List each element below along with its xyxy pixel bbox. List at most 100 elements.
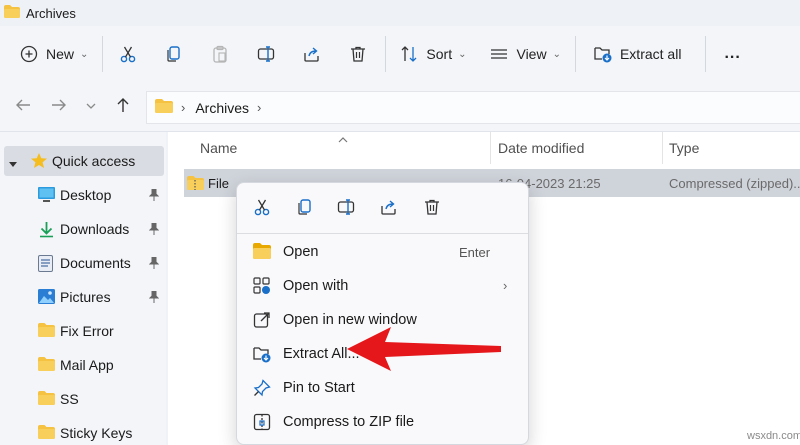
rename-icon	[257, 45, 275, 63]
view-label: View	[516, 46, 547, 62]
paste-icon	[211, 45, 229, 63]
pin-icon	[253, 379, 271, 400]
title-bar: Archives	[0, 0, 800, 26]
new-label: New	[46, 46, 75, 62]
red-arrow-annotation	[347, 327, 501, 371]
column-header-label: Date modified	[498, 140, 585, 156]
trash-icon[interactable]	[423, 198, 441, 219]
document-icon	[38, 255, 53, 275]
sort-icon	[400, 45, 418, 63]
column-header-name[interactable]: Name	[200, 132, 237, 164]
menu-item-open-with[interactable]: Open with ›	[237, 271, 528, 303]
context-menu: Open Enter Open with › Open in new windo…	[236, 182, 529, 445]
sidebar-item-label: Downloads	[60, 221, 130, 237]
menu-item-label: Pin to Start	[283, 380, 355, 396]
column-divider[interactable]	[490, 132, 491, 164]
navigation-bar: › Archives ›	[0, 82, 800, 132]
extract-all-button[interactable]: Extract all	[580, 34, 691, 74]
folder-icon	[155, 99, 173, 116]
column-header-label: Type	[669, 140, 700, 156]
copy-button[interactable]	[151, 34, 197, 74]
rename-icon[interactable]	[337, 198, 355, 219]
trash-icon	[349, 45, 367, 63]
more-label: ...	[724, 45, 741, 62]
address-bar[interactable]: › Archives ›	[146, 91, 800, 124]
chevron-down-icon: ⌄	[552, 48, 561, 60]
sidebar-item-label: Documents	[60, 255, 131, 271]
menu-item-compress-to-zip[interactable]: Compress to ZIP file	[237, 407, 528, 439]
sort-ascending-icon	[338, 132, 348, 147]
open-with-icon	[253, 277, 271, 298]
command-bar: New ⌄ Sort ⌄ View ⌄ Extract all ...	[0, 26, 800, 82]
scissors-icon	[119, 45, 137, 63]
sidebar-item-fix-error[interactable]: Fix Error	[0, 316, 166, 346]
sort-button[interactable]: Sort ⌄	[390, 34, 476, 74]
toolbar-divider	[385, 36, 387, 72]
sidebar-item-mail-app[interactable]: Mail App	[0, 350, 166, 380]
window-title: Archives	[26, 5, 76, 21]
breadcrumb-archives[interactable]: Archives	[195, 100, 249, 116]
menu-item-label: Open	[283, 244, 319, 260]
column-header-type[interactable]: Type	[669, 132, 699, 164]
sidebar-item-desktop[interactable]: Desktop	[0, 180, 166, 210]
sidebar-item-label: Mail App	[60, 357, 114, 373]
extract-all-label: Extract all	[619, 46, 682, 62]
share-button[interactable]	[289, 34, 335, 74]
column-divider[interactable]	[662, 132, 663, 164]
paste-button[interactable]	[197, 34, 243, 74]
chevron-down-icon	[8, 156, 18, 172]
column-header-date-modified[interactable]: Date modified	[498, 132, 584, 164]
menu-item-pin-to-start[interactable]: Pin to Start	[237, 373, 528, 405]
new-button[interactable]: New ⌄	[0, 34, 98, 74]
menu-divider	[237, 233, 528, 234]
cut-button[interactable]	[107, 34, 151, 74]
download-icon	[38, 221, 55, 241]
new-window-icon	[253, 311, 271, 332]
back-arrow-icon[interactable]	[14, 96, 32, 117]
pin-icon	[148, 188, 160, 204]
toolbar-divider	[574, 36, 576, 72]
menu-item-open[interactable]: Open Enter	[237, 237, 528, 269]
sidebar-item-documents[interactable]: Documents	[0, 248, 166, 278]
forward-arrow-icon[interactable]	[50, 96, 68, 117]
sidebar-item-quick-access[interactable]: Quick access	[4, 146, 164, 176]
extract-icon	[594, 45, 612, 63]
recent-locations-chevron-icon[interactable]	[86, 99, 96, 114]
star-icon	[30, 152, 48, 173]
view-button[interactable]: View ⌄	[476, 34, 570, 74]
sidebar-item-label: Desktop	[60, 187, 112, 203]
chevron-down-icon: ⌄	[458, 48, 467, 60]
chevron-right-icon[interactable]: ›	[257, 100, 261, 115]
share-icon[interactable]	[380, 198, 398, 219]
delete-button[interactable]	[335, 34, 381, 74]
folder-icon	[38, 425, 55, 442]
plus-circle-icon	[20, 45, 38, 63]
copy-icon[interactable]	[296, 198, 314, 219]
cut-icon[interactable]	[253, 198, 271, 219]
rename-button[interactable]	[243, 34, 289, 74]
menu-item-label: Compress to ZIP file	[283, 414, 415, 430]
sidebar-item-label: Fix Error	[60, 323, 114, 339]
sidebar-item-sticky-keys[interactable]: Sticky Keys	[0, 418, 166, 445]
sidebar-item-label: SS	[60, 391, 79, 407]
chevron-right-icon: ›	[503, 278, 508, 293]
sidebar-item-label: Sticky Keys	[60, 425, 133, 441]
sidebar-item-ss[interactable]: SS	[0, 384, 166, 414]
copy-icon	[165, 45, 183, 63]
file-type: Compressed (zipped)...	[669, 176, 800, 191]
column-header-label: Name	[200, 140, 238, 156]
pin-icon	[148, 222, 160, 238]
folder-icon	[38, 323, 55, 340]
toolbar-divider	[705, 36, 707, 72]
sidebar-item-label: Pictures	[60, 289, 111, 305]
desktop-icon	[38, 187, 55, 205]
sort-label: Sort	[426, 46, 453, 62]
sidebar-item-pictures[interactable]: Pictures	[0, 282, 166, 312]
up-arrow-icon[interactable]	[114, 96, 132, 117]
menu-item-shortcut: Enter	[459, 245, 491, 260]
view-list-icon	[490, 45, 508, 63]
zip-folder-icon	[187, 176, 204, 193]
sidebar-item-downloads[interactable]: Downloads	[0, 214, 166, 244]
sidebar-item-label: Quick access	[52, 153, 136, 169]
more-options-button[interactable]: ...	[710, 34, 750, 74]
